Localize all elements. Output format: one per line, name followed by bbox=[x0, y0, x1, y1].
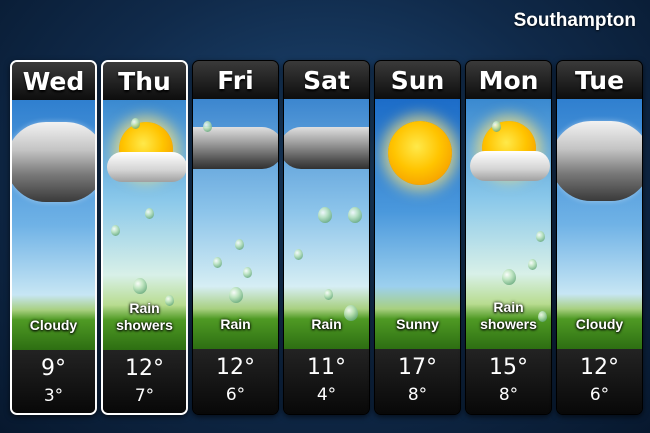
rain-icon: Rain bbox=[193, 99, 278, 349]
high-temp: 11° bbox=[307, 355, 346, 380]
day-label: Sat bbox=[284, 61, 369, 99]
temperature-panel: 15° 8° bbox=[466, 349, 551, 414]
condition-label: Rain showers bbox=[116, 300, 173, 333]
low-temp: 6° bbox=[225, 385, 246, 405]
temperature-panel: 9° 3° bbox=[12, 350, 95, 413]
day-card-tue[interactable]: Tue Cloudy 12° 6° bbox=[556, 60, 643, 415]
condition-label: Cloudy bbox=[575, 316, 624, 332]
temperature-panel: 11° 4° bbox=[284, 349, 369, 414]
low-temp: 4° bbox=[316, 385, 337, 405]
condition-label: Rain bbox=[311, 316, 342, 332]
day-card-mon[interactable]: Mon Rain showers 15° 8° bbox=[465, 60, 552, 415]
day-label: Fri bbox=[193, 61, 278, 99]
day-label: Tue bbox=[557, 61, 642, 99]
high-temp: 12° bbox=[216, 355, 255, 380]
day-card-sun[interactable]: Sun Sunny 17° 8° bbox=[374, 60, 461, 415]
low-temp: 7° bbox=[134, 386, 155, 406]
condition-label: Sunny bbox=[396, 316, 439, 332]
rain-showers-icon: Rain showers bbox=[103, 100, 186, 350]
low-temp: 6° bbox=[589, 385, 610, 405]
low-temp: 8° bbox=[498, 385, 519, 405]
high-temp: 17° bbox=[398, 355, 437, 380]
day-label: Sun bbox=[375, 61, 460, 99]
high-temp: 9° bbox=[41, 356, 66, 381]
rain-icon: Rain bbox=[284, 99, 369, 349]
high-temp: 12° bbox=[580, 355, 619, 380]
condition-label: Rain bbox=[220, 316, 251, 332]
temperature-panel: 12° 6° bbox=[557, 349, 642, 414]
day-label: Wed bbox=[12, 62, 95, 100]
temperature-panel: 17° 8° bbox=[375, 349, 460, 414]
high-temp: 15° bbox=[489, 355, 528, 380]
sunny-icon: Sunny bbox=[375, 99, 460, 349]
day-label: Thu bbox=[103, 62, 186, 100]
cloudy-icon: Cloudy bbox=[557, 99, 642, 349]
forecast-strip: Wed Cloudy 9° 3° Thu Rain showers 12° 7° bbox=[10, 60, 643, 416]
high-temp: 12° bbox=[125, 356, 164, 381]
day-card-thu[interactable]: Thu Rain showers 12° 7° bbox=[101, 60, 188, 415]
cloudy-icon: Cloudy bbox=[12, 100, 95, 350]
location-title: Southampton bbox=[513, 10, 636, 31]
rain-showers-icon: Rain showers bbox=[466, 99, 551, 349]
day-card-fri[interactable]: Fri Rain 12° 6° bbox=[192, 60, 279, 415]
temperature-panel: 12° 6° bbox=[193, 349, 278, 414]
low-temp: 8° bbox=[407, 385, 428, 405]
day-card-sat[interactable]: Sat Rain 11° 4° bbox=[283, 60, 370, 415]
temperature-panel: 12° 7° bbox=[103, 350, 186, 413]
condition-label: Rain showers bbox=[480, 299, 537, 332]
condition-label: Cloudy bbox=[29, 317, 78, 333]
low-temp: 3° bbox=[43, 386, 64, 406]
day-card-wed[interactable]: Wed Cloudy 9° 3° bbox=[10, 60, 97, 415]
day-label: Mon bbox=[466, 61, 551, 99]
